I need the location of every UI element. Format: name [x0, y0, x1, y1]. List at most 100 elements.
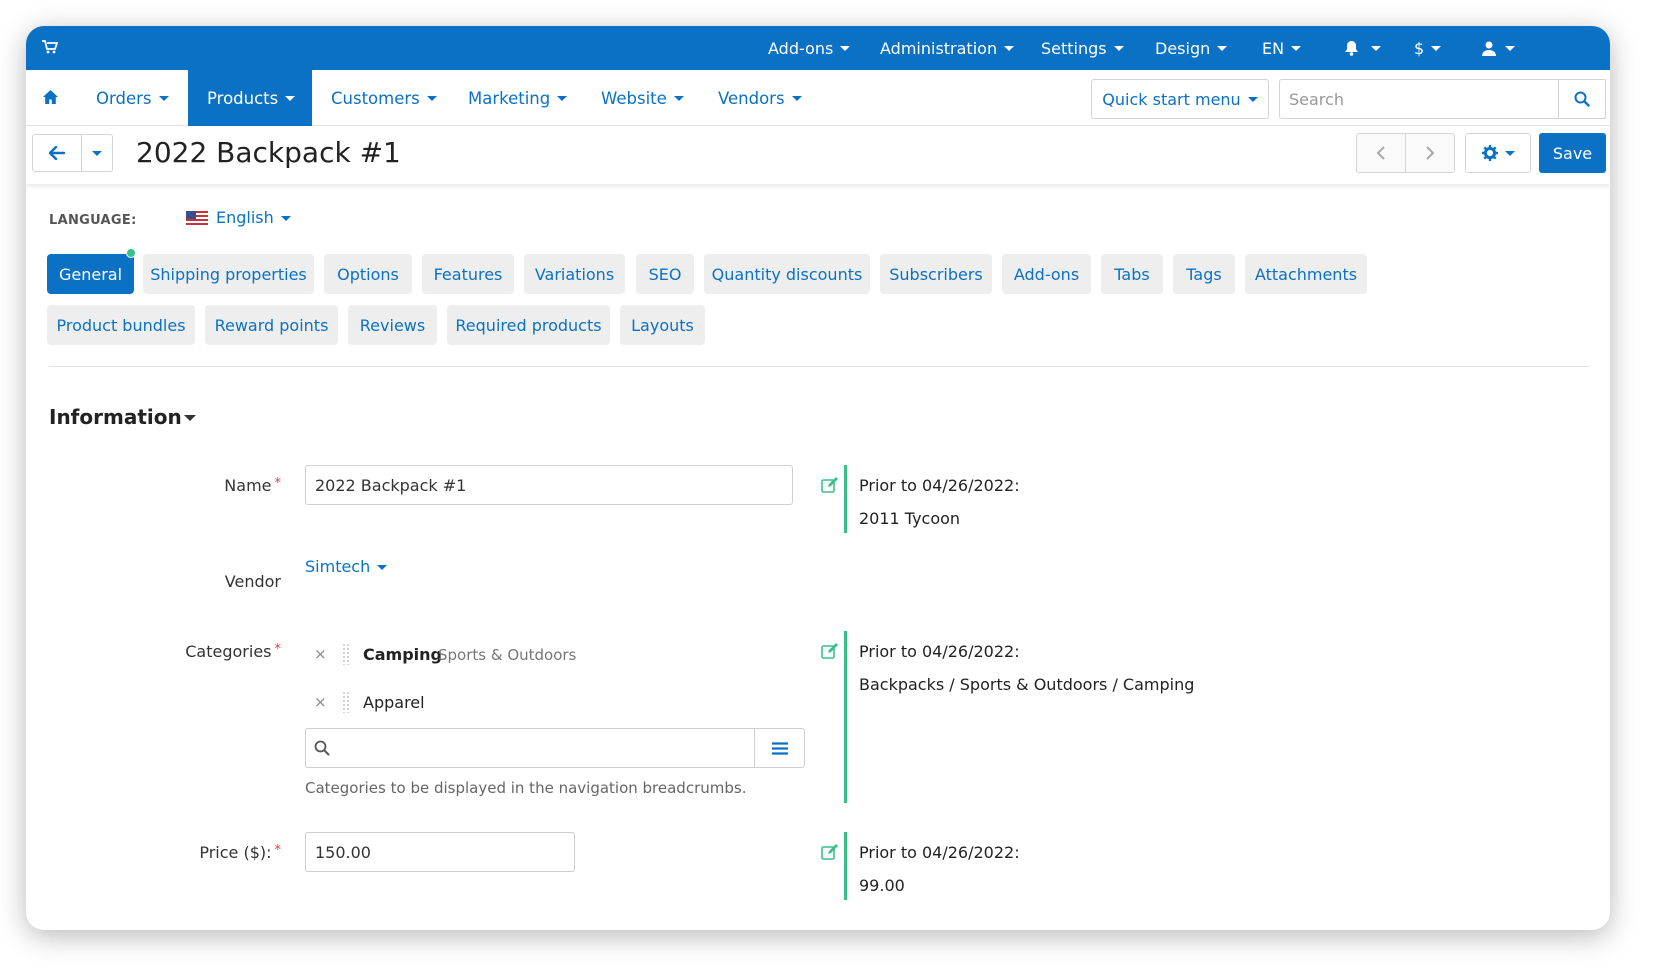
chevron-down-icon: [1371, 45, 1381, 51]
chevron-down-icon: [285, 95, 296, 101]
tab-attachments[interactable]: Attachments: [1245, 254, 1367, 294]
bell-icon: [1345, 41, 1358, 56]
categories-label: Categories *: [185, 642, 281, 661]
chevron-down-icon: [1217, 45, 1228, 51]
vendor-selector[interactable]: Simtech: [305, 557, 388, 576]
back-menu-button[interactable]: [81, 134, 113, 172]
search-input[interactable]: Search: [1279, 79, 1559, 119]
nav-vendors[interactable]: Vendors: [718, 70, 802, 126]
edit-icon[interactable]: [821, 643, 839, 659]
prior-value: Backpacks / Sports & Outdoors / Camping: [859, 675, 1195, 694]
chevron-down-icon: [158, 95, 169, 101]
remove-category-icon[interactable]: ×: [314, 693, 327, 711]
chevron-down-icon: [673, 95, 684, 101]
topmenu-design[interactable]: Design: [1155, 26, 1228, 70]
nav-products[interactable]: Products: [188, 70, 312, 126]
language-selector[interactable]: English: [216, 208, 291, 227]
prior-label: Prior to 04/26/2022:: [859, 642, 1020, 661]
tab-features[interactable]: Features: [422, 254, 514, 294]
nav-customers[interactable]: Customers: [331, 70, 437, 126]
quick-start-menu-button[interactable]: Quick start menu: [1091, 79, 1269, 119]
search-icon: [314, 740, 330, 756]
prior-value: 2011 Tycoon: [859, 509, 961, 528]
top-bar: Add-ons Administration Settings Design E…: [26, 26, 1610, 70]
gear-icon: [1481, 145, 1498, 161]
tab-required-products[interactable]: Required products: [447, 305, 610, 345]
tab-product-bundles[interactable]: Product bundles: [47, 305, 195, 345]
nav-orders[interactable]: Orders: [96, 70, 169, 126]
edit-icon[interactable]: [821, 477, 839, 493]
prev-product-button[interactable]: [1356, 133, 1406, 173]
status-dot: [126, 248, 136, 258]
chevron-down-icon: [1113, 45, 1124, 51]
chevron-down-icon: [840, 45, 851, 51]
search-button[interactable]: [1558, 79, 1606, 119]
prior-value: 99.00: [859, 876, 905, 895]
chevron-down-icon: [426, 95, 437, 101]
topmenu-administration[interactable]: Administration: [880, 26, 1015, 70]
price-label: Price ($): *: [199, 843, 281, 862]
search-icon: [1574, 91, 1590, 107]
topmenu-addons[interactable]: Add-ons: [768, 26, 851, 70]
tab-options[interactable]: Options: [324, 254, 412, 294]
category-search-input[interactable]: [305, 728, 805, 768]
tab-subscribers[interactable]: Subscribers: [880, 254, 992, 294]
divider: [49, 366, 1589, 367]
edit-icon[interactable]: [821, 844, 839, 860]
name-field[interactable]: 2022 Backpack #1: [305, 465, 793, 505]
next-product-button[interactable]: [1405, 133, 1455, 173]
tab-tags[interactable]: Tags: [1173, 254, 1235, 294]
chevron-down-icon: [557, 95, 568, 101]
cart-icon[interactable]: [42, 40, 58, 54]
category-name: Apparel: [363, 693, 425, 712]
chevron-left-icon: [1376, 146, 1385, 160]
drag-handle-icon[interactable]: [342, 643, 350, 665]
prior-indicator: [844, 832, 847, 900]
chevron-down-icon: [1291, 45, 1302, 51]
back-button[interactable]: [32, 134, 82, 172]
tab-reviews[interactable]: Reviews: [348, 305, 437, 345]
user-icon: [1482, 41, 1496, 56]
tab-addons[interactable]: Add-ons: [1002, 254, 1091, 294]
prior-label: Prior to 04/26/2022:: [859, 843, 1020, 862]
language-label: LANGUAGE:: [49, 213, 137, 228]
tab-shipping-properties[interactable]: Shipping properties: [143, 254, 314, 294]
chevron-down-icon: [280, 216, 291, 221]
drag-handle-icon[interactable]: [342, 691, 350, 713]
remove-category-icon[interactable]: ×: [314, 645, 327, 663]
page-title: 2022 Backpack #1: [136, 136, 401, 169]
categories-help-text: Categories to be displayed in the naviga…: [305, 779, 747, 797]
chevron-down-icon[interactable]: [184, 415, 196, 421]
notifications-menu[interactable]: [1344, 26, 1381, 70]
nav-website[interactable]: Website: [601, 70, 684, 126]
prior-indicator: [844, 465, 847, 533]
main-nav: Orders Products Customers Marketing Webs…: [26, 70, 1610, 126]
prior-indicator: [844, 631, 847, 803]
chevron-down-icon: [1004, 45, 1015, 51]
tab-variations[interactable]: Variations: [524, 254, 625, 294]
category-picker-button[interactable]: [754, 729, 804, 767]
price-field[interactable]: 150.00: [305, 832, 575, 872]
home-icon[interactable]: [42, 89, 59, 105]
chevron-down-icon: [1504, 150, 1515, 156]
chevron-down-icon: [92, 150, 102, 156]
tab-tabs[interactable]: Tabs: [1101, 254, 1163, 294]
category-name: Camping: [363, 645, 442, 664]
chevron-down-icon: [1247, 96, 1258, 102]
section-title-information[interactable]: Information: [49, 405, 182, 429]
tab-general[interactable]: General: [47, 248, 136, 294]
nav-marketing[interactable]: Marketing: [468, 70, 568, 126]
prior-label: Prior to 04/26/2022:: [859, 476, 1020, 495]
topmenu-settings[interactable]: Settings: [1041, 26, 1124, 70]
us-flag-icon: [186, 211, 208, 226]
currency-menu[interactable]: $: [1414, 26, 1442, 70]
topmenu-language[interactable]: EN: [1262, 26, 1302, 70]
save-button[interactable]: Save: [1539, 133, 1606, 173]
tab-reward-points[interactable]: Reward points: [205, 305, 338, 345]
tab-seo[interactable]: SEO: [636, 254, 694, 294]
list-icon: [771, 741, 788, 755]
tab-layouts[interactable]: Layouts: [620, 305, 705, 345]
tab-quantity-discounts[interactable]: Quantity discounts: [704, 254, 870, 294]
user-menu[interactable]: [1482, 26, 1515, 70]
settings-dropdown-button[interactable]: [1465, 133, 1531, 173]
